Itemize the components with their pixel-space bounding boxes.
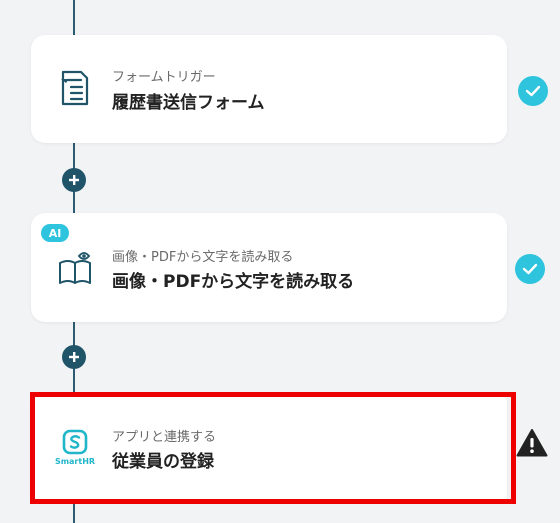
flow-connector xyxy=(73,0,75,35)
form-trigger-icon xyxy=(55,68,95,108)
step-title: 画像・PDFから文字を読み取る xyxy=(112,272,355,292)
step-subtitle: 画像・PDFから文字を読み取る xyxy=(112,250,294,265)
smarthr-logo-text: SmartHR xyxy=(54,456,96,466)
add-step-button[interactable] xyxy=(62,345,86,369)
flow-step-card-ocr[interactable]: 画像・PDFから文字を読み取る 画像・PDFから文字を読み取る xyxy=(31,213,507,322)
add-step-button[interactable] xyxy=(62,168,86,192)
step-subtitle: フォームトリガー xyxy=(112,70,216,85)
warning-icon xyxy=(516,429,548,457)
step-subtitle: アプリと連携する xyxy=(112,430,217,445)
ai-badge: AI xyxy=(41,224,69,242)
plus-icon xyxy=(69,175,79,185)
book-eye-ocr-icon xyxy=(55,248,95,288)
check-circle-icon xyxy=(515,254,545,284)
flow-step-card-form-trigger[interactable]: フォームトリガー 履歴書送信フォーム xyxy=(31,35,507,143)
check-circle-icon xyxy=(518,76,548,106)
smarthr-logo-icon: SmartHR xyxy=(53,427,97,467)
flow-canvas: フォームトリガー 履歴書送信フォーム 画像・PDFから文字を読み取る 画像・PD… xyxy=(0,0,560,523)
plus-icon xyxy=(69,352,79,362)
step-title: 履歴書送信フォーム xyxy=(112,93,265,113)
flow-connector xyxy=(73,500,75,523)
step-title: 従業員の登録 xyxy=(112,452,214,472)
flow-step-card-smarthr[interactable]: SmartHR アプリと連携する 従業員の登録 xyxy=(31,397,507,500)
